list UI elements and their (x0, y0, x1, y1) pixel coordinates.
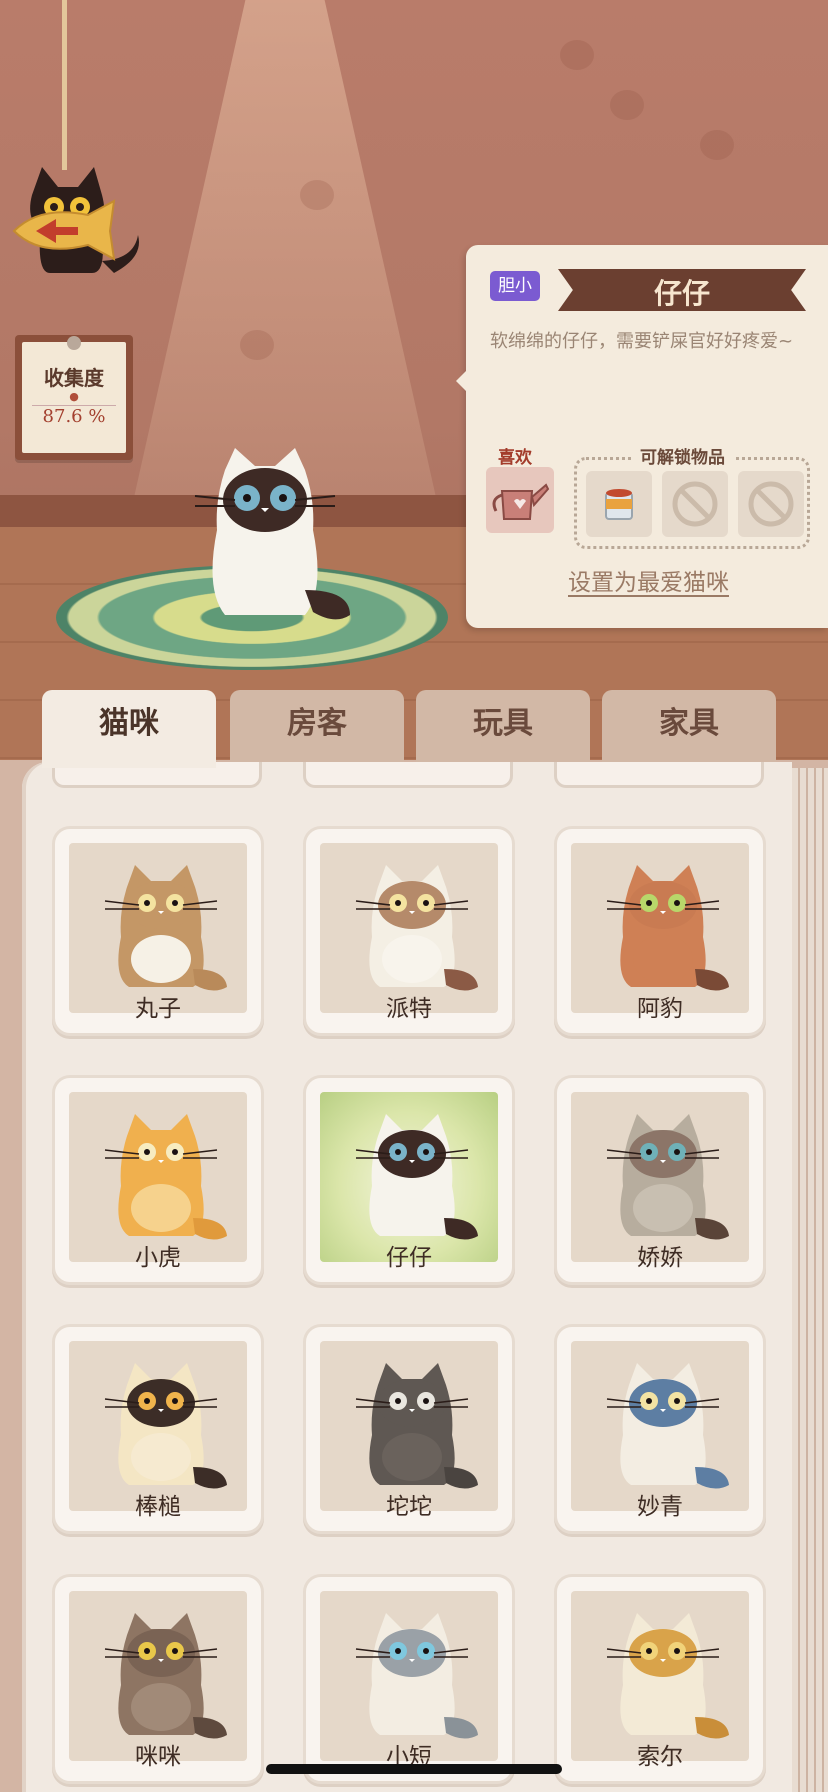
paw-print-decoration (300, 180, 334, 210)
trait-badge: 胆小 (490, 271, 540, 301)
cat-portrait-icon (355, 1613, 478, 1739)
likes-label: 喜欢 (498, 448, 532, 468)
cat-portrait-icon (104, 1363, 227, 1489)
cat-card-name: 坨坨 (386, 1494, 432, 1520)
unlockable-slot-locked[interactable] (738, 471, 804, 537)
cat-portrait-icon (355, 1114, 478, 1240)
paw-print-decoration (700, 130, 734, 160)
cat-card[interactable]: 娇娇 (554, 1075, 766, 1285)
locked-slot-icon (672, 481, 718, 527)
cat-food-can-icon (605, 489, 633, 520)
cat-portrait-icon (355, 865, 478, 991)
cat-card-name: 棒槌 (135, 1494, 181, 1520)
tab-cats[interactable]: 猫咪 (42, 690, 216, 768)
cat-portrait-icon (606, 1613, 729, 1739)
unlockable-slot[interactable] (586, 471, 652, 537)
collection-progress-board: 收集度 ● 87.6 % (15, 335, 133, 460)
home-indicator (266, 1764, 562, 1774)
cat-card-name: 小虎 (135, 1245, 181, 1271)
scrolled-card-edge (303, 762, 513, 788)
cat-card[interactable]: 咪咪 (52, 1574, 264, 1784)
cat-card[interactable]: 小虎 (52, 1075, 264, 1285)
category-tabs: 猫咪 房客 玩具 家具 (0, 690, 828, 768)
hanging-rope (62, 0, 67, 170)
cat-card-name: 派特 (386, 996, 432, 1022)
cat-card-name: 妙青 (637, 1494, 683, 1520)
cat-card-name: 阿豹 (637, 996, 683, 1022)
cat-card-name: 娇娇 (637, 1245, 683, 1271)
scrolled-card-edge (554, 762, 764, 788)
watering-can-icon (492, 483, 550, 520)
cat-card[interactable]: 小短 (303, 1574, 515, 1784)
cat-portrait-icon (606, 865, 729, 991)
selected-cat-illustration (194, 448, 350, 620)
black-cat-fish-sign-icon (12, 167, 139, 273)
tab-tenants[interactable]: 房客 (230, 690, 404, 762)
cat-card[interactable]: 丸子 (52, 826, 264, 1036)
cat-card[interactable]: 仔仔 (303, 1075, 515, 1285)
cat-card[interactable]: 派特 (303, 826, 515, 1036)
unlockables-label: 可解锁物品 (632, 443, 733, 468)
cat-card[interactable]: 阿豹 (554, 826, 766, 1036)
set-favorite-cat-button[interactable]: 设置为最爱猫咪 (568, 563, 729, 597)
paw-print-decoration (240, 330, 274, 360)
cat-card-name: 丸子 (135, 996, 181, 1022)
cat-portrait-icon (104, 1613, 227, 1739)
cat-card[interactable]: 坨坨 (303, 1324, 515, 1534)
cat-portrait-icon (355, 1363, 478, 1489)
unlockable-slot-locked[interactable] (662, 471, 728, 537)
cat-portrait-icon (104, 1114, 227, 1240)
back-button[interactable] (10, 165, 150, 320)
paw-print-decoration (560, 40, 594, 70)
cat-portrait-icon (104, 865, 227, 991)
book-page-stack (792, 768, 828, 1792)
cat-card[interactable]: 索尔 (554, 1574, 766, 1784)
cat-card[interactable]: 妙青 (554, 1324, 766, 1534)
collection-paper: 收集度 ● 87.6 % (22, 336, 126, 453)
collection-value: 87.6 % (32, 405, 116, 427)
cat-card-name: 咪咪 (135, 1744, 181, 1770)
collection-title: 收集度 (44, 366, 104, 390)
pin-icon (67, 336, 81, 350)
cat-info-card: 胆小 仔仔 软绵绵的仔仔，需要铲屎官好好疼爱~ 喜欢 可解锁物品 设置为最爱猫咪 (456, 245, 828, 628)
locked-slot-icon (748, 481, 794, 527)
cat-card[interactable]: 棒槌 (52, 1324, 264, 1534)
tab-toys[interactable]: 玩具 (416, 690, 590, 762)
cat-description: 软绵绵的仔仔，需要铲屎官好好疼爱~ (490, 331, 794, 352)
favorite-item-slot[interactable] (486, 467, 554, 533)
selected-cat-name: 仔仔 (653, 277, 710, 310)
paw-print-decoration (610, 90, 644, 120)
tab-furniture[interactable]: 家具 (602, 690, 776, 762)
cat-card-name: 仔仔 (386, 1245, 432, 1271)
cat-card-name: 索尔 (637, 1744, 683, 1770)
cat-portrait-icon (606, 1363, 729, 1489)
cat-portrait-icon (606, 1114, 729, 1240)
paw-icon: ● (69, 390, 79, 403)
